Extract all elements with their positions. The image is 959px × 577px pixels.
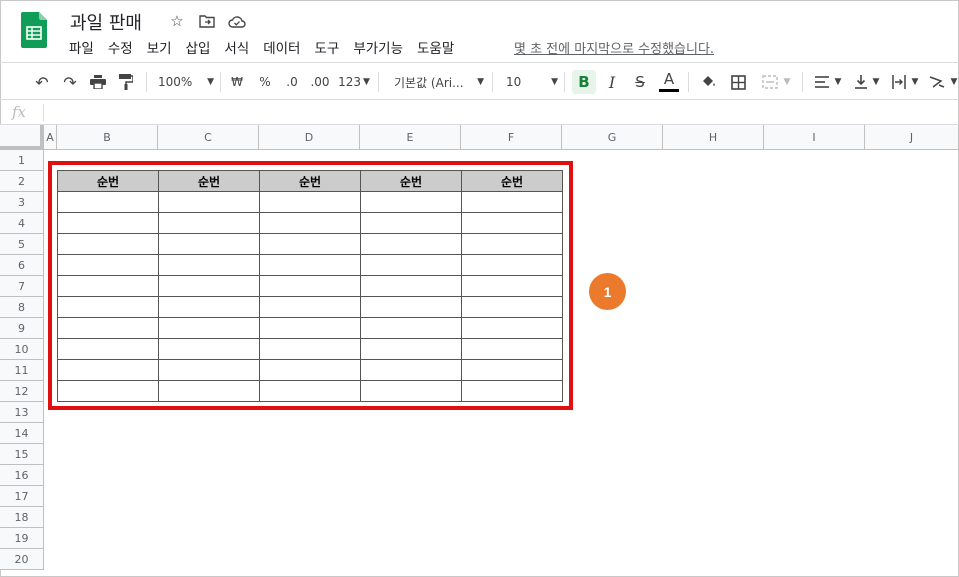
row-header[interactable]: 9 [0,318,44,339]
menu-tools[interactable]: 도구 [314,37,346,57]
font-select[interactable]: 기본값 (Ari... ▼ [394,70,484,94]
chevron-down-icon: ▼ [872,77,880,87]
more-formats-button[interactable]: 123 ▼ [338,70,370,94]
menu-bar: 파일 수정 보기 삽입 서식 데이터 도구 부가기능 도움말 [69,37,468,57]
text-color-button[interactable]: A [658,70,680,94]
menu-insert[interactable]: 삽입 [186,37,218,57]
fill-color-icon[interactable] [698,70,718,94]
redo-icon[interactable]: ↷ [60,70,80,94]
decrease-decimal-label: .0 [286,75,298,89]
toolbar: ↶ ↷ 100% ▼ ₩ % .0 .00 123 ▼ 기본값 (Ari... ▼ 1… [0,62,959,100]
paint-format-icon[interactable] [116,70,136,94]
row-header[interactable]: 8 [0,297,44,318]
row-header[interactable]: 14 [0,423,44,444]
row-header[interactable]: 13 [0,402,44,423]
print-icon[interactable] [88,70,108,94]
formula-separator [43,104,44,121]
chevron-down-icon: ▼ [207,77,214,87]
row-header[interactable]: 3 [0,192,44,213]
decrease-decimal-button[interactable]: .0 [282,70,302,94]
row-header[interactable]: 1 [0,150,44,171]
chevron-down-icon: ▼ [911,77,919,87]
font-value: 기본값 (Ari... [394,75,464,90]
menu-addons[interactable]: 부가기능 [353,37,410,57]
row-header[interactable]: 20 [0,549,44,570]
valign-icon[interactable]: ▼ [852,70,882,94]
highlight-box [48,161,573,410]
currency-button[interactable]: ₩ [230,70,244,94]
col-header-f[interactable]: F [461,125,562,150]
menu-file[interactable]: 파일 [69,37,101,57]
menu-data[interactable]: 데이터 [263,37,307,57]
chevron-down-icon: ▼ [950,77,958,87]
row-header[interactable]: 10 [0,339,44,360]
col-header-e[interactable]: E [360,125,461,150]
font-size-value: 10 [506,75,522,89]
select-all-corner[interactable] [0,125,44,150]
text-color-swatch [659,89,679,92]
increase-decimal-label: .00 [310,75,330,89]
rotate-icon[interactable]: ▼ [928,70,958,94]
col-header-j[interactable]: J [865,125,959,150]
bold-button[interactable]: B [572,70,596,94]
col-header-a[interactable]: A [44,125,57,150]
sheets-logo-icon[interactable] [21,12,47,48]
merge-icon[interactable]: ▼ [758,70,794,94]
move-icon[interactable] [198,12,216,30]
menu-help[interactable]: 도움말 [417,37,461,57]
borders-icon[interactable] [728,70,748,94]
undo-icon[interactable]: ↶ [32,70,52,94]
chevron-down-icon: ▼ [362,77,370,87]
row-header[interactable]: 19 [0,528,44,549]
menu-view[interactable]: 보기 [147,37,179,57]
chevron-down-icon: ▼ [477,77,484,87]
col-header-c[interactable]: C [158,125,259,150]
wrap-icon[interactable]: ▼ [890,70,920,94]
col-header-b[interactable]: B [57,125,158,150]
row-header[interactable]: 4 [0,213,44,234]
row-header[interactable]: 12 [0,381,44,402]
menu-format[interactable]: 서식 [224,37,256,57]
row-header[interactable]: 11 [0,360,44,381]
col-header-g[interactable]: G [562,125,663,150]
row-header[interactable]: 17 [0,486,44,507]
menu-edit[interactable]: 수정 [108,37,140,57]
cloud-icon[interactable] [228,12,246,30]
row-header[interactable]: 15 [0,444,44,465]
zoom-select[interactable]: 100% ▼ [158,70,214,94]
zoom-value: 100% [158,75,193,89]
row-header[interactable]: 5 [0,234,44,255]
col-header-d[interactable]: D [259,125,360,150]
strikethrough-button[interactable]: S [632,70,648,94]
text-color-label: A [663,70,675,88]
row-header[interactable]: 18 [0,507,44,528]
row-header[interactable]: 7 [0,276,44,297]
row-header[interactable]: 16 [0,465,44,486]
row-header[interactable]: 2 [0,171,44,192]
row-header[interactable]: 6 [0,255,44,276]
font-size-select[interactable]: 10 ▼ [506,70,558,94]
chevron-down-icon: ▼ [783,77,791,87]
increase-decimal-button[interactable]: .00 [308,70,332,94]
document-title[interactable]: 과일 판매 [70,9,142,35]
chevron-down-icon: ▼ [834,77,842,87]
step-badge: 1 [589,273,626,310]
more-formats-label: 123 [338,75,361,89]
col-header-i[interactable]: I [764,125,865,150]
last-edit-link[interactable]: 몇 초 전에 마지막으로 수정했습니다. [514,38,714,57]
italic-button[interactable]: I [604,70,620,94]
formula-bar[interactable]: fx [0,100,959,125]
align-icon[interactable]: ▼ [812,70,844,94]
percent-button[interactable]: % [258,70,272,94]
chevron-down-icon: ▼ [551,77,558,87]
star-icon[interactable]: ☆ [168,12,186,30]
fx-icon: fx [12,103,27,121]
col-header-h[interactable]: H [663,125,764,150]
